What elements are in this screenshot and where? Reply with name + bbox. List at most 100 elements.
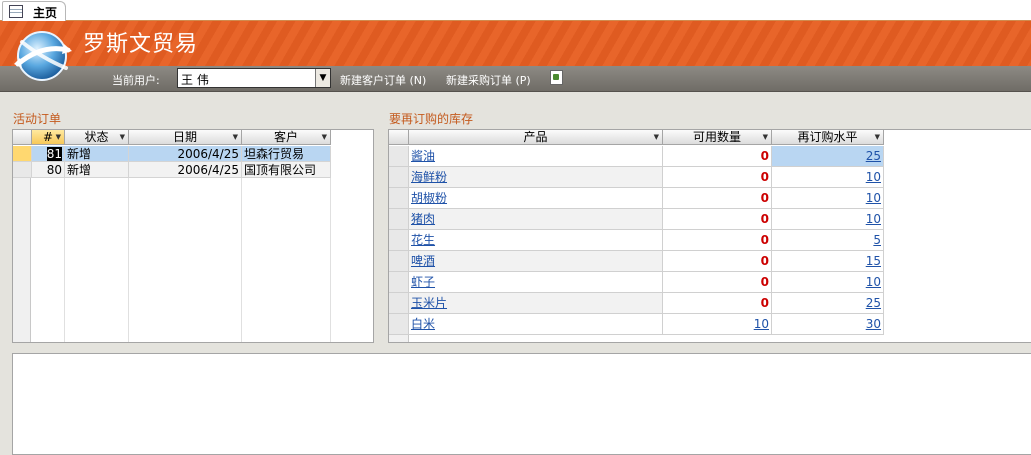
reorder-inventory-grid: 产品 ▼ 可用数量 ▼ 再订购水平 ▼ 酱油 0 25 海鲜粉 0 10 胡椒粉 0 10 猪肉 0 10 花… [388, 129, 1031, 343]
record-selector[interactable] [389, 146, 409, 167]
table-row-reorder-level[interactable]: 5 [772, 230, 884, 251]
product-link[interactable]: 玉米片 [411, 296, 447, 310]
tab-home[interactable]: 主页 [2, 1, 66, 21]
table-row-product[interactable]: 海鲜粉 [409, 167, 663, 188]
product-link[interactable]: 啤酒 [411, 254, 435, 268]
dropdown-arrow-icon[interactable]: ▼ [120, 130, 125, 145]
active-orders-title: 活动订单 [13, 112, 62, 126]
select-all-corner[interactable] [389, 130, 409, 145]
table-row-product[interactable]: 花生 [409, 230, 663, 251]
record-selector[interactable] [389, 314, 409, 335]
refresh-icon[interactable] [550, 70, 563, 85]
table-row-reorder-level[interactable]: 10 [772, 209, 884, 230]
table-row-available[interactable]: 0 [663, 209, 772, 230]
table-row-product[interactable]: 胡椒粉 [409, 188, 663, 209]
column-header-reorder-level[interactable]: 再订购水平 ▼ [772, 130, 884, 145]
table-row-reorder-level[interactable]: 25 [772, 146, 884, 167]
table-row-1-status[interactable]: 新增 [65, 146, 129, 162]
table-row-available[interactable]: 0 [663, 146, 772, 167]
table-row-product[interactable]: 酱油 [409, 146, 663, 167]
new-purchase-order-button[interactable]: 新建采购订单 (P) [446, 72, 531, 88]
available-quantity: 0 [760, 191, 769, 205]
dropdown-arrow-icon[interactable]: ▼ [654, 130, 659, 145]
available-quantity: 10 [753, 317, 769, 331]
reorder-level-link[interactable]: 10 [866, 212, 881, 226]
table-row-1-customer[interactable]: 坦森行贸易 [242, 146, 331, 162]
table-row-2-customer[interactable]: 国顶有限公司 [242, 162, 331, 178]
select-all-corner[interactable] [13, 130, 32, 145]
product-link[interactable]: 花生 [411, 233, 435, 247]
table-row-available[interactable]: 0 [663, 272, 772, 293]
table-row-reorder-level[interactable]: 10 [772, 272, 884, 293]
dropdown-arrow-icon[interactable]: ▼ [322, 130, 327, 145]
column-header-customer[interactable]: 客户 ▼ [242, 130, 331, 145]
table-row-product[interactable]: 猪肉 [409, 209, 663, 230]
product-link[interactable]: 白米 [411, 317, 435, 331]
table-row-product[interactable]: 虾子 [409, 272, 663, 293]
table-row-available[interactable]: 10 [663, 314, 772, 335]
record-selector[interactable] [389, 209, 409, 230]
column-header-status[interactable]: 状态 ▼ [65, 130, 129, 145]
table-row-1-id[interactable]: 81 [32, 146, 65, 162]
toolbar: 当前用户: 王 伟 ▼ 新建客户订单 (N) 新建采购订单 (P) [0, 66, 1031, 92]
product-link[interactable]: 海鲜粉 [411, 170, 447, 184]
record-selector[interactable] [389, 167, 409, 188]
current-user-label: 当前用户: [112, 74, 160, 87]
table-row-product[interactable]: 白米 [409, 314, 663, 335]
active-orders-grid: # ▼ 状态 ▼ 日期 ▼ 客户 ▼ 81 新增 2006/4/25 坦森行贸易 80 … [12, 129, 374, 343]
record-selector[interactable] [389, 188, 409, 209]
current-user-value: 王 伟 [181, 73, 209, 87]
table-row-reorder-level[interactable]: 25 [772, 293, 884, 314]
product-link[interactable]: 虾子 [411, 275, 435, 289]
record-selector[interactable] [389, 293, 409, 314]
reorder-level-link[interactable]: 5 [873, 233, 881, 247]
table-row-available[interactable]: 0 [663, 188, 772, 209]
table-row-2-id[interactable]: 80 [32, 162, 65, 178]
record-selector[interactable] [13, 146, 32, 162]
table-row-2-status[interactable]: 新增 [65, 162, 129, 178]
column-header-date[interactable]: 日期 ▼ [129, 130, 242, 145]
table-row-2-date[interactable]: 2006/4/25 [129, 162, 242, 178]
table-row-product[interactable]: 玉米片 [409, 293, 663, 314]
dropdown-arrow-icon[interactable]: ▼ [763, 130, 768, 145]
table-row-available[interactable]: 0 [663, 167, 772, 188]
table-row-reorder-level[interactable]: 10 [772, 167, 884, 188]
record-selector[interactable] [389, 230, 409, 251]
table-row-available[interactable]: 0 [663, 230, 772, 251]
table-row-reorder-level[interactable]: 15 [772, 251, 884, 272]
detail-panel [12, 353, 1031, 455]
column-header-product[interactable]: 产品 ▼ [409, 130, 663, 145]
reorder-inventory-title: 要再订购的库存 [389, 112, 474, 126]
reorder-level-link[interactable]: 25 [866, 296, 881, 310]
current-user-combobox[interactable]: 王 伟 ▼ [177, 68, 331, 88]
reorder-level-link[interactable]: 10 [866, 275, 881, 289]
table-row-available[interactable]: 0 [663, 251, 772, 272]
table-row-available[interactable]: 0 [663, 293, 772, 314]
dropdown-arrow-icon[interactable]: ▼ [233, 130, 238, 145]
reorder-level-link[interactable]: 10 [866, 191, 881, 205]
available-quantity: 0 [760, 149, 769, 163]
dropdown-arrow-icon[interactable]: ▼ [56, 130, 61, 145]
dropdown-arrow-icon[interactable]: ▼ [875, 130, 880, 145]
available-quantity: 0 [760, 233, 769, 247]
reorder-level-link[interactable]: 10 [866, 170, 881, 184]
record-selector[interactable] [389, 251, 409, 272]
reorder-level-link[interactable]: 15 [866, 254, 881, 268]
new-customer-order-button[interactable]: 新建客户订单 (N) [340, 72, 426, 88]
table-row-1-date[interactable]: 2006/4/25 [129, 146, 242, 162]
record-selector[interactable] [389, 272, 409, 293]
column-header-available[interactable]: 可用数量 ▼ [663, 130, 772, 145]
tab-home-label: 主页 [33, 6, 58, 20]
product-link[interactable]: 酱油 [411, 149, 435, 163]
table-row-product[interactable]: 啤酒 [409, 251, 663, 272]
product-link[interactable]: 胡椒粉 [411, 191, 447, 205]
app-title: 罗斯文贸易 [83, 32, 199, 57]
table-row-reorder-level[interactable]: 10 [772, 188, 884, 209]
chevron-down-icon[interactable]: ▼ [315, 69, 330, 87]
record-selector[interactable] [13, 162, 32, 178]
column-header-id[interactable]: # ▼ [32, 130, 65, 145]
reorder-level-link[interactable]: 25 [866, 149, 881, 163]
product-link[interactable]: 猪肉 [411, 212, 435, 226]
table-row-reorder-level[interactable]: 30 [772, 314, 884, 335]
reorder-level-link[interactable]: 30 [866, 317, 881, 331]
